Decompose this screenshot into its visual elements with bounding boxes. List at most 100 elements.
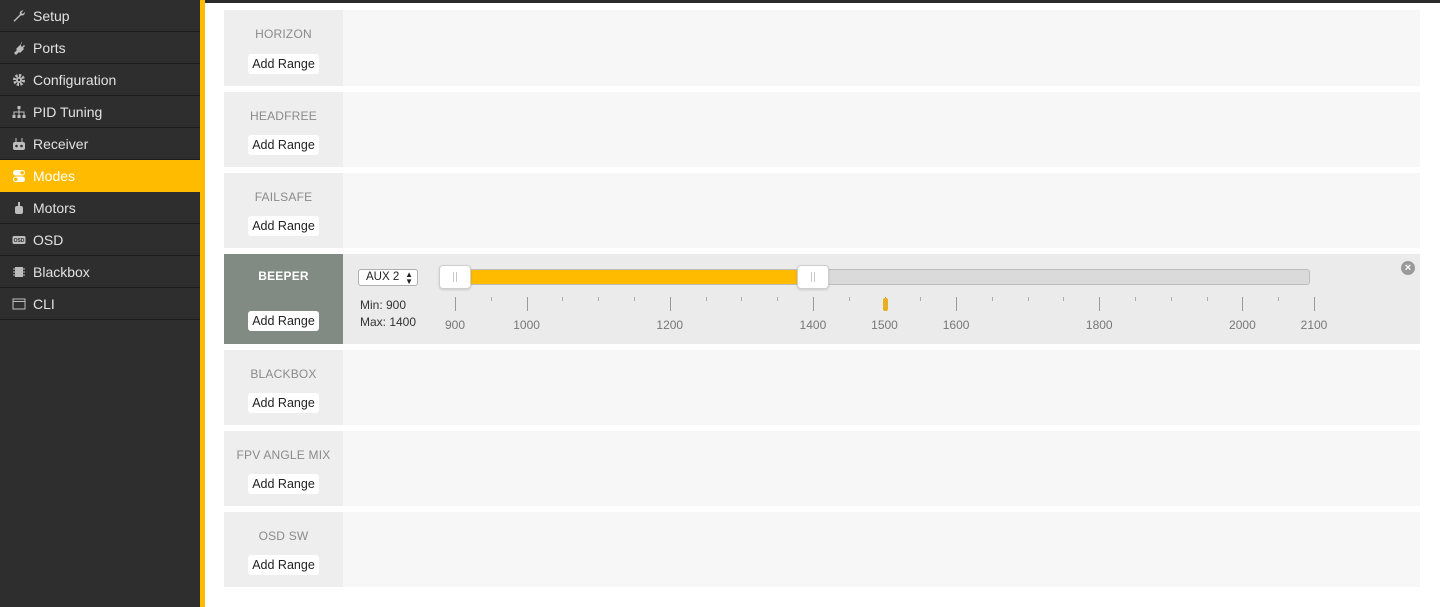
sidebar-item-configuration[interactable]: Configuration <box>0 64 200 96</box>
add-range-button[interactable]: Add Range <box>248 54 319 74</box>
add-range-button[interactable]: Add Range <box>248 311 319 331</box>
range-min-label: Min: 900 <box>360 298 407 312</box>
mode-label-cell: HEADFREE Add Range <box>224 92 343 167</box>
mode-row-headfree: HEADFREE Add Range <box>224 92 1420 167</box>
sidebar-item-label: PID Tuning <box>33 103 103 120</box>
mode-name: HEADFREE <box>250 109 317 123</box>
tick-label: 2100 <box>1300 318 1328 332</box>
terminal-icon <box>12 297 26 311</box>
range-min-handle[interactable] <box>439 265 471 289</box>
sidebar-item-cli[interactable]: CLI <box>0 288 200 320</box>
remote-icon <box>12 137 26 151</box>
toggle-icon <box>12 169 26 183</box>
mode-row-fpv-angle-mix: FPV ANGLE MIX Add Range <box>224 431 1420 506</box>
sidebar-item-label: CLI <box>33 295 55 312</box>
major-tick <box>1314 297 1315 311</box>
mode-row-horizon: HORIZON Add Range <box>224 10 1420 86</box>
minor-tick <box>991 297 993 301</box>
mode-row-beeper: BEEPER Add Range AUX 2 ▲ ▼ Min: 900 Max: … <box>224 254 1420 344</box>
minor-tick <box>1135 297 1137 301</box>
add-range-button[interactable]: Add Range <box>248 474 319 494</box>
aux-channel-value: AUX 2 <box>366 271 400 283</box>
modes-panel: HORIZON Add Range HEADFREE Add Range FAI… <box>205 3 1440 607</box>
major-tick <box>1242 297 1244 311</box>
sidebar-item-motors[interactable]: Motors <box>0 192 200 224</box>
current-value-marker <box>882 298 888 311</box>
minor-tick <box>490 297 492 301</box>
plug-icon <box>12 41 26 55</box>
range-max-handle[interactable] <box>796 265 829 289</box>
blackbox-icon <box>12 265 26 279</box>
minor-tick <box>920 297 922 301</box>
add-range-button[interactable]: Add Range <box>248 216 319 236</box>
minor-tick <box>1063 297 1065 301</box>
minor-tick <box>848 297 850 301</box>
major-tick <box>526 297 528 311</box>
tick-label: 1200 <box>656 318 684 332</box>
minor-tick <box>1027 297 1029 301</box>
sidebar-item-blackbox[interactable]: Blackbox <box>0 256 200 288</box>
sidebar-item-setup[interactable]: Setup <box>0 0 200 32</box>
sidebar-item-osd[interactable]: OSD OSD <box>0 224 200 256</box>
major-tick <box>1099 297 1101 311</box>
major-tick <box>956 297 958 311</box>
add-range-button[interactable]: Add Range <box>248 393 319 413</box>
close-circle-icon[interactable]: × <box>1401 261 1415 275</box>
tick-label: 900 <box>444 318 466 332</box>
sidebar-item-label: Modes <box>33 167 76 184</box>
mode-name: OSD SW <box>258 529 309 543</box>
osd-icon: OSD <box>12 233 26 247</box>
mode-label-cell: FPV ANGLE MIX Add Range <box>224 431 343 506</box>
minor-tick <box>598 297 600 301</box>
range-max-label: Max: 1400 <box>360 315 417 329</box>
tick-label: 1400 <box>799 318 827 332</box>
motor-icon <box>12 201 26 215</box>
mode-row-osd-sw: OSD SW Add Range <box>224 512 1420 587</box>
sidebar-item-label: Setup <box>33 7 70 24</box>
add-range-button[interactable]: Add Range <box>248 555 319 575</box>
tick-label: 1000 <box>513 318 540 332</box>
tick-label: 1800 <box>1085 318 1113 332</box>
sidebar-item-pid-tuning[interactable]: PID Tuning <box>0 96 200 128</box>
sitemap-icon <box>12 105 26 119</box>
minor-tick <box>1170 297 1172 301</box>
mode-label-cell: HORIZON Add Range <box>224 10 343 86</box>
minor-tick <box>562 297 564 301</box>
sidebar-item-label: Blackbox <box>33 263 90 280</box>
mode-name: FAILSAFE <box>254 190 313 204</box>
mode-row-failsafe: FAILSAFE Add Range <box>224 173 1420 248</box>
mode-row-blackbox: BLACKBOX Add Range <box>224 350 1420 425</box>
mode-name: BLACKBOX <box>250 367 317 381</box>
wrench-icon <box>12 9 26 23</box>
mode-label-cell: OSD SW Add Range <box>224 512 343 587</box>
range-slider-track[interactable] <box>455 269 1310 285</box>
sidebar-item-label: Receiver <box>33 135 89 152</box>
gear-icon <box>12 73 26 87</box>
mode-name: HORIZON <box>255 27 312 41</box>
minor-tick <box>1206 297 1208 301</box>
tick-label: 1600 <box>942 318 970 332</box>
sidebar-item-label: Motors <box>33 199 76 216</box>
mode-label-cell: FAILSAFE Add Range <box>224 173 343 248</box>
minor-tick <box>1278 297 1280 301</box>
add-range-button[interactable]: Add Range <box>248 135 319 155</box>
sidebar-item-modes[interactable]: Modes <box>0 160 200 192</box>
minor-tick <box>741 297 743 301</box>
sidebar-item-receiver[interactable]: Receiver <box>0 128 200 160</box>
tick-label: 1500 <box>871 318 898 332</box>
sidebar-item-label: Ports <box>33 39 66 56</box>
major-tick <box>455 297 456 311</box>
sidebar-item-ports[interactable]: Ports <box>0 32 200 64</box>
mode-label-cell: BEEPER Add Range <box>224 254 343 344</box>
range-slider-fill <box>456 270 814 284</box>
major-tick <box>812 297 814 311</box>
select-arrows-icon: ▲ ▼ <box>405 270 413 286</box>
minor-tick <box>633 297 635 301</box>
minor-tick <box>705 297 707 301</box>
aux-channel-select[interactable]: AUX 2 ▲ ▼ <box>358 269 418 286</box>
mode-name: BEEPER <box>258 269 309 283</box>
svg-text:OSD: OSD <box>14 238 25 244</box>
tick-label: 2000 <box>1229 318 1256 332</box>
mode-name: FPV ANGLE MIX <box>236 448 331 462</box>
sidebar-item-label: OSD <box>33 231 64 248</box>
